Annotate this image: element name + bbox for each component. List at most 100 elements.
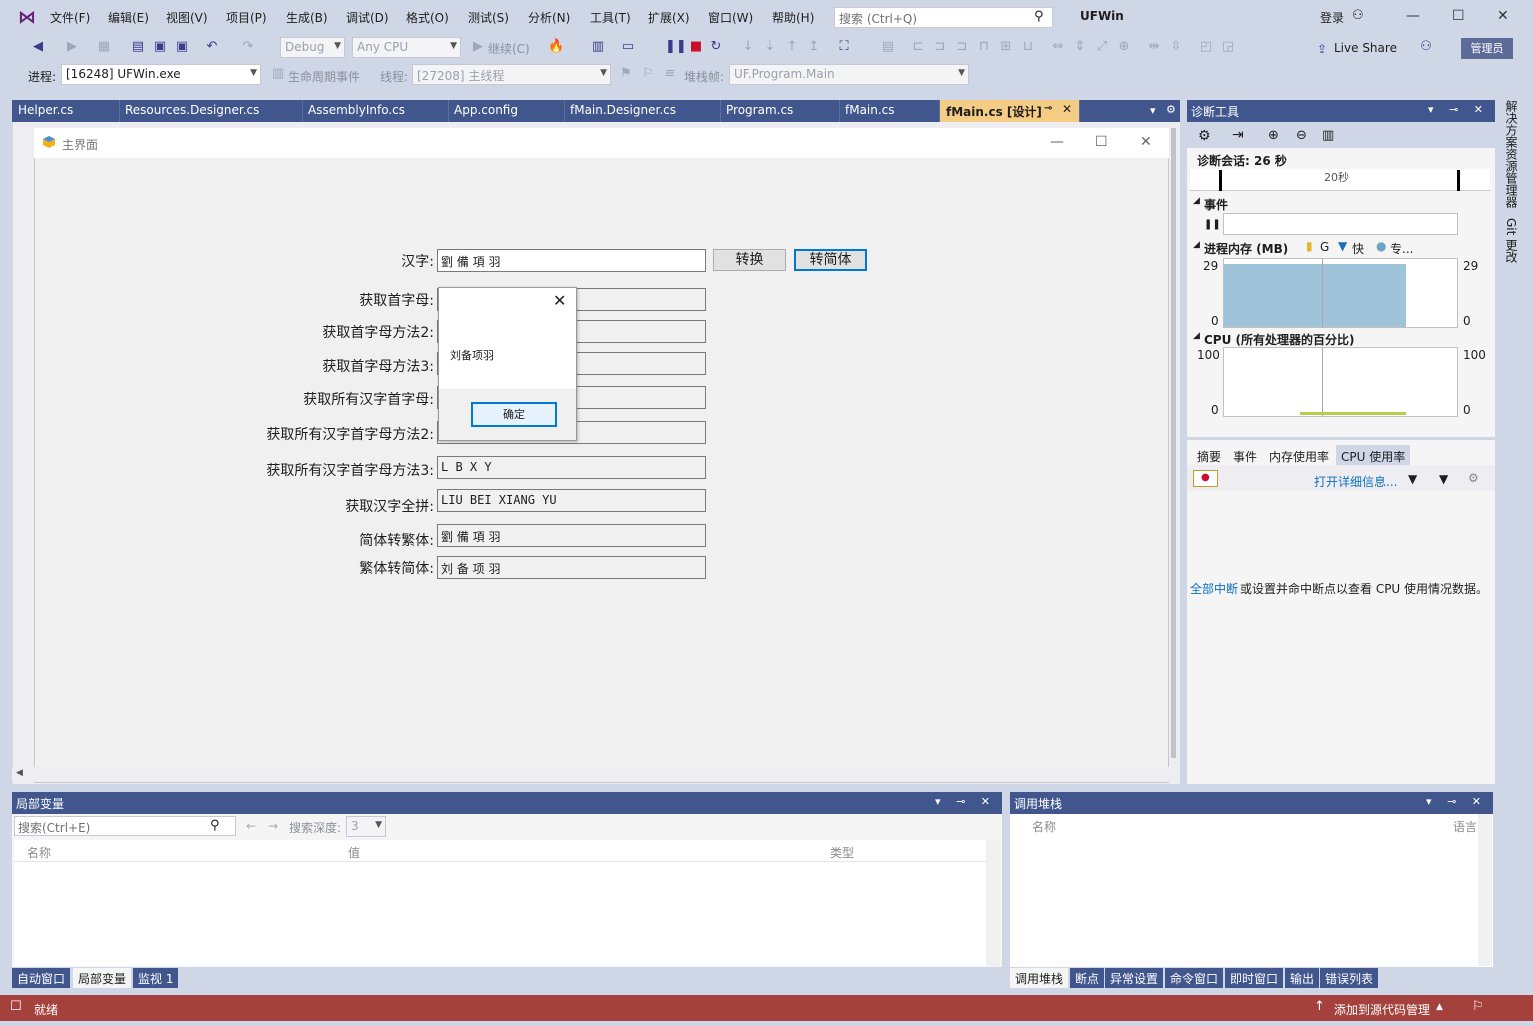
- minimize-icon[interactable]: —: [1406, 8, 1420, 24]
- column-name[interactable]: 名称: [1032, 818, 1056, 835]
- to-simplified-button[interactable]: 转简体: [794, 249, 867, 271]
- feedback-icon[interactable]: ⚇: [1418, 39, 1434, 55]
- column-type[interactable]: 类型: [830, 844, 854, 861]
- column-value[interactable]: 值: [348, 844, 360, 861]
- continue-play-icon[interactable]: ▶: [470, 39, 486, 55]
- step-into-icon[interactable]: ↓: [740, 39, 756, 55]
- pin-icon[interactable]: ⊸: [1044, 103, 1052, 114]
- timeline-start-marker[interactable]: [1219, 170, 1222, 191]
- diag-export-icon[interactable]: ⇥: [1232, 127, 1244, 143]
- stack-icon[interactable]: ≡: [662, 66, 678, 82]
- tab-breakpoints[interactable]: 断点: [1070, 968, 1105, 988]
- locals-scrollbar[interactable]: [986, 840, 1000, 966]
- panel-pin-close-icon[interactable]: ▾ ⊸ ✕: [1426, 795, 1487, 808]
- subtab-summary[interactable]: 摘要: [1197, 448, 1221, 465]
- convert-button[interactable]: 转换: [713, 249, 786, 271]
- step-over-icon[interactable]: ⇣: [762, 39, 778, 55]
- tab-dropdown-icon[interactable]: ▾: [1150, 104, 1156, 117]
- message-box-close-icon[interactable]: ✕: [553, 291, 566, 310]
- tab-fmain-design[interactable]: fMain.cs [设计] ⊸ ✕: [940, 100, 1080, 122]
- configuration-select[interactable]: Debug ▼: [280, 37, 345, 58]
- callstack-scrollbar[interactable]: [1478, 814, 1492, 966]
- grid-icon[interactable]: ⊕: [1116, 39, 1132, 55]
- panel-pin-close-icon[interactable]: ▾ ⊸ ✕: [935, 795, 996, 808]
- subtab-memory[interactable]: 内存使用率: [1269, 448, 1329, 465]
- menu-analyze[interactable]: 分析(N): [528, 9, 570, 26]
- column-language[interactable]: 语言: [1453, 818, 1477, 835]
- align-left-icon[interactable]: ⊏: [910, 39, 926, 55]
- tab-immediate-window[interactable]: 即时窗口: [1225, 968, 1284, 988]
- panel-pin-close-icon[interactable]: ▾ ⊸ ✕: [1428, 103, 1489, 116]
- filter-threads-icon[interactable]: ⚐: [640, 66, 656, 82]
- collapse-icon[interactable]: ◢: [1193, 331, 1200, 341]
- tab-command-window[interactable]: 命令窗口: [1165, 968, 1224, 988]
- tab-exception-settings[interactable]: 异常设置: [1105, 968, 1164, 988]
- live-share-button[interactable]: Live Share: [1334, 41, 1397, 55]
- subtab-cpu[interactable]: CPU 使用率: [1341, 448, 1405, 465]
- hot-path-icon[interactable]: ⛶: [836, 39, 852, 55]
- open-folder-icon[interactable]: ▤: [130, 39, 146, 55]
- events-pause-icon[interactable]: ❚❚: [1204, 219, 1221, 230]
- add-to-source-control[interactable]: 添加到源代码管理: [1334, 1001, 1430, 1018]
- message-box-ok-button[interactable]: 确定: [471, 402, 557, 427]
- bring-front-icon[interactable]: ◰: [1198, 39, 1214, 55]
- layout-icon[interactable]: ▭: [620, 39, 636, 55]
- step-back-icon[interactable]: ↥: [806, 39, 822, 55]
- to-simplified-output[interactable]: 刘 备 项 羽: [437, 556, 706, 579]
- menu-format[interactable]: 格式(O): [406, 9, 449, 26]
- collapse-icon[interactable]: ◢: [1193, 196, 1200, 206]
- menu-project[interactable]: 项目(P): [226, 9, 267, 26]
- all-first-letters-3-output[interactable]: L B X Y: [437, 456, 706, 479]
- scroll-left-icon[interactable]: ◀: [16, 768, 23, 778]
- to-traditional-output[interactable]: 劉 備 項 羽: [437, 524, 706, 547]
- collapse-icon[interactable]: ◢: [1193, 240, 1200, 250]
- tab-output[interactable]: 输出: [1285, 968, 1320, 988]
- form-minimize-icon[interactable]: —: [1050, 134, 1064, 150]
- spacing-icon[interactable]: ⇹: [1146, 39, 1162, 55]
- locals-search-input[interactable]: 搜索(Ctrl+E): [14, 816, 236, 836]
- chevron-up-icon[interactable]: ▲: [1436, 1002, 1443, 1012]
- save-icon[interactable]: ▣: [152, 39, 168, 55]
- stackframe-select[interactable]: UF.Program.Main ▼: [729, 64, 969, 85]
- thread-select[interactable]: [27208] 主线程 ▼: [412, 64, 611, 85]
- menu-extensions[interactable]: 扩展(X): [648, 9, 690, 26]
- same-height-icon[interactable]: ⇕: [1072, 39, 1088, 55]
- undo-icon[interactable]: ↶: [204, 39, 220, 55]
- continue-button[interactable]: 继续(C): [488, 40, 530, 57]
- tab-program-cs[interactable]: Program.cs: [720, 100, 840, 122]
- diag-settings-icon[interactable]: ⚙: [1198, 128, 1211, 144]
- hot-reload-icon[interactable]: 🔥: [548, 39, 564, 55]
- forward-arrow-icon[interactable]: →: [268, 819, 278, 833]
- menu-file[interactable]: 文件(F): [50, 9, 90, 26]
- form-close-icon[interactable]: ✕: [1140, 134, 1152, 150]
- tab-autos[interactable]: 自动窗口: [12, 968, 71, 988]
- new-project-icon[interactable]: ▦: [96, 39, 112, 55]
- hanzi-input[interactable]: 劉 備 項 羽: [437, 249, 706, 272]
- zoom-in-icon[interactable]: ⊕: [1268, 128, 1279, 143]
- designer-scroll-thumb[interactable]: [1171, 128, 1176, 758]
- menu-help[interactable]: 帮助(H): [772, 9, 814, 26]
- filter-icon[interactable]: ▼: [1408, 472, 1417, 486]
- tab-call-stack[interactable]: 调用堆栈: [1010, 968, 1069, 988]
- search-icon[interactable]: ⚲: [210, 818, 220, 833]
- vspacing-icon[interactable]: ⇳: [1168, 39, 1184, 55]
- cpu-settings-icon[interactable]: ⚙: [1468, 471, 1479, 485]
- toolbar-misc-icon[interactable]: ▤: [880, 39, 896, 55]
- form-maximize-icon[interactable]: ☐: [1095, 134, 1108, 150]
- full-pinyin-output[interactable]: LIU BEI XIANG YU: [437, 489, 706, 512]
- break-all-link[interactable]: 全部中断: [1190, 580, 1238, 597]
- send-back-icon[interactable]: ◲: [1220, 39, 1236, 55]
- designer-horizontal-scrollbar[interactable]: [12, 767, 1170, 782]
- lifecycle-events-button[interactable]: 生命周期事件: [288, 68, 360, 85]
- tab-resources-designer[interactable]: Resources.Designer.cs: [119, 100, 303, 122]
- align-middle-icon[interactable]: ⊞: [998, 39, 1014, 55]
- tab-fmain-cs[interactable]: fMain.cs: [839, 100, 940, 122]
- stop-icon[interactable]: ■: [688, 39, 704, 55]
- menu-window[interactable]: 窗口(W): [708, 9, 753, 26]
- git-changes-tab[interactable]: Git 更改: [1503, 218, 1520, 263]
- notifications-icon[interactable]: ⚐: [1472, 999, 1484, 1014]
- tab-assemblyinfo[interactable]: AssemblyInfo.cs: [302, 100, 449, 122]
- menu-debug[interactable]: 调试(D): [346, 9, 389, 26]
- flag-icon[interactable]: ⚑: [618, 66, 634, 82]
- step-out-icon[interactable]: ↑: [784, 39, 800, 55]
